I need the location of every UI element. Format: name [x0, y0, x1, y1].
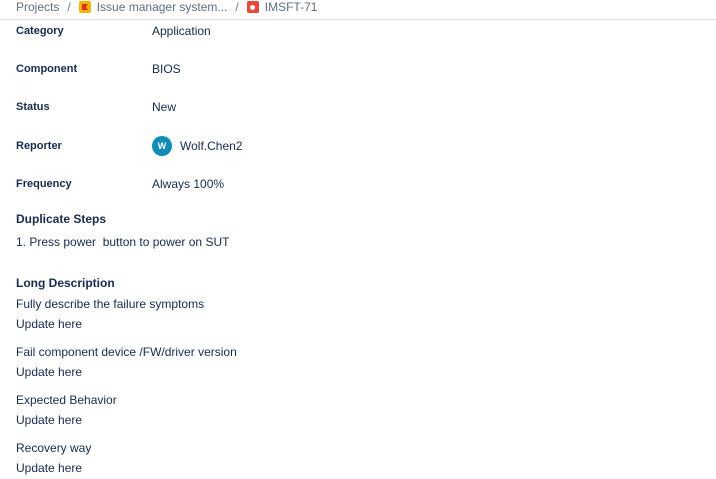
- bug-icon: [246, 1, 259, 13]
- breadcrumb-separator: /: [67, 0, 71, 14]
- description-line: Expected Behavior: [16, 393, 117, 407]
- description-line: Update here: [16, 461, 83, 475]
- duplicate-steps-heading: Duplicate Steps: [16, 212, 107, 226]
- long-description-heading: Long Description: [16, 276, 115, 290]
- field-label: Category: [16, 25, 64, 37]
- component-value[interactable]: BIOS: [152, 62, 181, 76]
- breadcrumb-project-link[interactable]: Issue manager system...: [78, 0, 228, 14]
- description-line: Update here: [16, 413, 83, 427]
- field-label: Status: [16, 101, 50, 113]
- breadcrumb-projects-link[interactable]: Projects: [16, 0, 59, 14]
- breadcrumb-separator: /: [235, 0, 239, 14]
- description-line: Update here: [16, 317, 83, 331]
- avatar: W: [152, 136, 172, 156]
- status-value[interactable]: New: [152, 100, 176, 114]
- field-category: Category Application: [16, 19, 696, 43]
- reporter-name: Wolf.Chen2: [180, 139, 243, 153]
- breadcrumb: Projects / Issue manager system... / IMS…: [16, 0, 317, 14]
- field-frequency: Frequency Always 100%: [16, 172, 696, 196]
- breadcrumb-project-label: Issue manager system...: [96, 0, 228, 14]
- field-label: Reporter: [16, 140, 62, 152]
- reporter-value[interactable]: W Wolf.Chen2: [152, 136, 242, 156]
- description-line: Fully describe the failure symptoms: [16, 297, 205, 311]
- category-value[interactable]: Application: [152, 24, 211, 38]
- issue-detail-page: Projects / Issue manager system... / IMS…: [0, 0, 716, 479]
- field-status: Status New: [16, 95, 696, 119]
- duplicate-step-1: 1. Press power button to power on SUT: [16, 235, 230, 249]
- project-icon: [78, 1, 91, 13]
- field-label: Frequency: [16, 178, 72, 190]
- field-reporter: Reporter W Wolf.Chen2: [16, 134, 696, 158]
- frequency-value[interactable]: Always 100%: [152, 177, 224, 191]
- breadcrumb-issue-link[interactable]: IMSFT-71: [246, 0, 318, 14]
- field-label: Component: [16, 63, 78, 75]
- description-line: Fail component device /FW/driver version: [16, 345, 237, 359]
- description-line: Recovery way: [16, 441, 92, 455]
- breadcrumb-issue-key: IMSFT-71: [264, 0, 318, 14]
- field-component: Component BIOS: [16, 57, 696, 81]
- description-line: Update here: [16, 365, 83, 379]
